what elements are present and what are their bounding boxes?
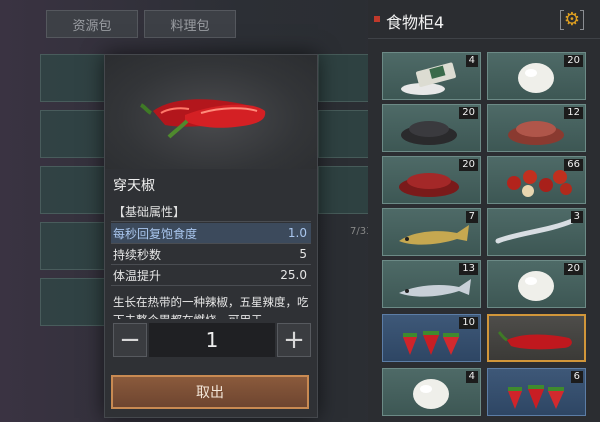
cabinet-slot-selected[interactable] <box>487 314 586 362</box>
decrement-button[interactable]: − <box>113 323 147 357</box>
chili-pepper-icon <box>139 99 266 139</box>
gear-icon[interactable]: ⚙ <box>560 8 584 30</box>
item-count: 3 <box>570 211 583 223</box>
stat-label: 持续秒数 <box>113 247 162 262</box>
food-cabinet-panel: 食物柜4 ⚙ 4 20 20 12 20 66 7 3 13 20 10 4 6 <box>368 0 600 422</box>
item-count: 20 <box>564 55 583 67</box>
inventory-slot[interactable] <box>318 110 370 158</box>
item-count: 7 <box>465 211 478 223</box>
item-preview <box>105 55 317 169</box>
item-count: 66 <box>564 159 583 171</box>
increment-button[interactable]: + <box>277 323 311 357</box>
title-marker-icon <box>374 16 380 22</box>
stat-value: 1.0 <box>287 226 307 240</box>
inventory-slot[interactable] <box>318 166 370 214</box>
divider <box>368 38 600 39</box>
cabinet-slot[interactable]: 20 <box>487 260 586 308</box>
cabinet-slot[interactable]: 20 <box>382 104 481 152</box>
take-out-button[interactable]: 取出 <box>111 375 309 409</box>
item-count: 6 <box>570 371 583 383</box>
item-count: 4 <box>465 55 478 67</box>
item-description: 生长在热带的一种辣椒，五星辣度，吃下去整个胃都在燃烧，可用于 <box>113 295 309 319</box>
divider <box>111 221 311 222</box>
cabinet-slot[interactable]: 13 <box>382 260 481 308</box>
cabinet-slot[interactable]: 66 <box>487 156 586 204</box>
item-count: 13 <box>459 263 478 275</box>
inventory-tabs: 资源包 料理包 <box>46 10 236 38</box>
stat-row-duration: 持续秒数 5 <box>111 244 311 264</box>
cabinet-slot[interactable]: 4 <box>382 52 481 100</box>
cabinet-slot[interactable]: 20 <box>487 52 586 100</box>
section-title: 【基础属性】 <box>113 205 186 219</box>
item-detail-popup: 穿天椒 【基础属性】 每秒回复饱食度 1.0 持续秒数 5 体温提升 25.0 … <box>104 54 318 418</box>
cabinet-title: 食物柜4 <box>386 13 445 32</box>
divider <box>111 285 311 286</box>
item-count: 20 <box>459 159 478 171</box>
cabinet-header: 食物柜4 ⚙ <box>368 8 600 32</box>
cabinet-slot[interactable]: 20 <box>382 156 481 204</box>
cabinet-slot[interactable]: 4 <box>382 368 481 416</box>
chili-pepper-icon <box>497 330 572 350</box>
inventory-slot[interactable] <box>318 54 370 102</box>
item-count: 10 <box>459 317 478 329</box>
stat-row-temperature: 体温提升 25.0 <box>111 265 311 285</box>
item-name: 穿天椒 <box>113 178 155 194</box>
cabinet-slot[interactable]: 7 <box>382 208 481 256</box>
quantity-value[interactable]: 1 <box>149 323 275 357</box>
stat-label: 体温提升 <box>113 268 162 283</box>
cabinet-slot[interactable]: 3 <box>487 208 586 256</box>
item-count: 20 <box>564 263 583 275</box>
stat-value: 5 <box>299 247 307 261</box>
stat-label: 每秒回复饱食度 <box>113 226 198 241</box>
tab-cooking-pack[interactable]: 料理包 <box>144 10 236 38</box>
stat-row-satiety: 每秒回复饱食度 1.0 <box>111 223 311 243</box>
tab-resource-pack[interactable]: 资源包 <box>46 10 138 38</box>
stat-value: 25.0 <box>280 268 307 282</box>
cabinet-slot[interactable]: 12 <box>487 104 586 152</box>
cabinet-slot[interactable]: 10 <box>382 314 481 362</box>
quantity-stepper: − 1 + <box>113 323 311 357</box>
item-count: 4 <box>465 371 478 383</box>
cabinet-slot[interactable]: 6 <box>487 368 586 416</box>
item-count: 20 <box>459 107 478 119</box>
item-count: 12 <box>564 107 583 119</box>
